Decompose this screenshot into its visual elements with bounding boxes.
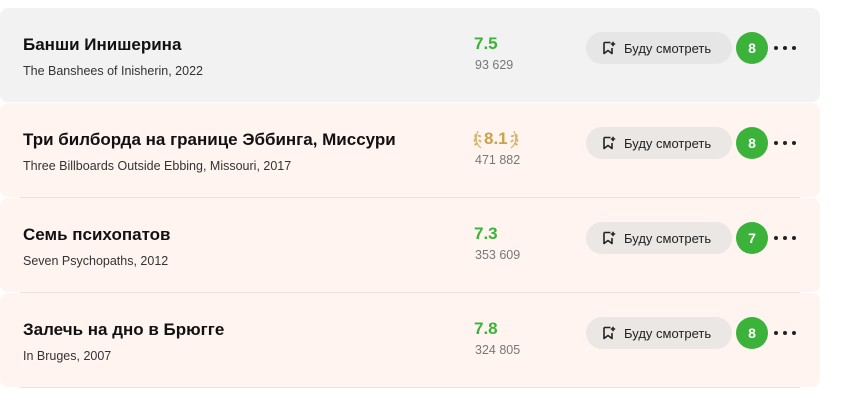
movie-row[interactable]: Банши Инишерина The Banshees of Inisheri… xyxy=(0,8,820,102)
movie-original-title: Three Billboards Outside Ebbing, Missour… xyxy=(23,159,292,173)
laurel-right-icon xyxy=(508,129,520,149)
movie-rating: 7.5 xyxy=(474,34,498,53)
bookmark-plus-icon xyxy=(602,41,616,55)
movie-votes: 93 629 xyxy=(475,58,514,72)
user-score-badge[interactable]: 8 xyxy=(736,317,768,349)
user-score-badge[interactable]: 8 xyxy=(736,32,768,64)
watch-later-label: Буду смотреть xyxy=(624,325,712,341)
more-dots-icon[interactable] xyxy=(774,228,796,248)
user-score-badge[interactable]: 8 xyxy=(736,127,768,159)
movie-original-title: In Bruges, 2007 xyxy=(23,349,112,363)
watch-later-button[interactable]: Буду смотреть xyxy=(586,317,732,349)
movie-rating: 7.8 xyxy=(474,319,498,338)
movie-rating: 8.1 xyxy=(484,129,508,148)
movie-original-title: The Banshees of Inisherin, 2022 xyxy=(23,64,203,78)
row-divider xyxy=(20,387,800,388)
movie-votes: 353 609 xyxy=(475,248,521,262)
movie-title[interactable]: Залечь на дно в Брюгге xyxy=(23,320,224,340)
laurel-left-icon xyxy=(472,129,484,149)
movie-row[interactable]: Три билборда на границе Эббинга, Миссури… xyxy=(0,103,820,198)
movie-title[interactable]: Банши Инишерина xyxy=(23,35,181,55)
watch-later-label: Буду смотреть xyxy=(624,40,712,56)
watch-later-label: Буду смотреть xyxy=(624,230,712,246)
watch-later-button[interactable]: Буду смотреть xyxy=(586,127,732,159)
watch-later-button[interactable]: Буду смотреть xyxy=(586,222,732,254)
movie-row[interactable]: Семь психопатов Seven Psychopaths, 2012 … xyxy=(0,198,820,293)
movie-title[interactable]: Три билборда на границе Эббинга, Миссури xyxy=(23,130,396,150)
bookmark-plus-icon xyxy=(602,326,616,340)
movie-rating: 7.3 xyxy=(474,224,498,243)
watch-later-button[interactable]: Буду смотреть xyxy=(586,32,732,64)
movie-title[interactable]: Семь психопатов xyxy=(23,225,171,245)
movie-rating-top: 8.1 xyxy=(472,129,520,149)
user-score-badge[interactable]: 7 xyxy=(736,222,768,254)
movie-row[interactable]: Залечь на дно в Брюгге In Bruges, 2007 7… xyxy=(0,293,820,388)
bookmark-plus-icon xyxy=(602,136,616,150)
watch-later-label: Буду смотреть xyxy=(624,135,712,151)
movie-votes: 324 805 xyxy=(475,343,521,357)
more-dots-icon[interactable] xyxy=(774,323,796,343)
movie-votes: 471 882 xyxy=(475,153,521,167)
bookmark-plus-icon xyxy=(602,231,616,245)
more-dots-icon[interactable] xyxy=(774,133,796,153)
movie-original-title: Seven Psychopaths, 2012 xyxy=(23,254,169,268)
more-dots-icon[interactable] xyxy=(774,38,796,58)
movie-list: Банши Инишерина The Banshees of Inisheri… xyxy=(0,8,820,388)
